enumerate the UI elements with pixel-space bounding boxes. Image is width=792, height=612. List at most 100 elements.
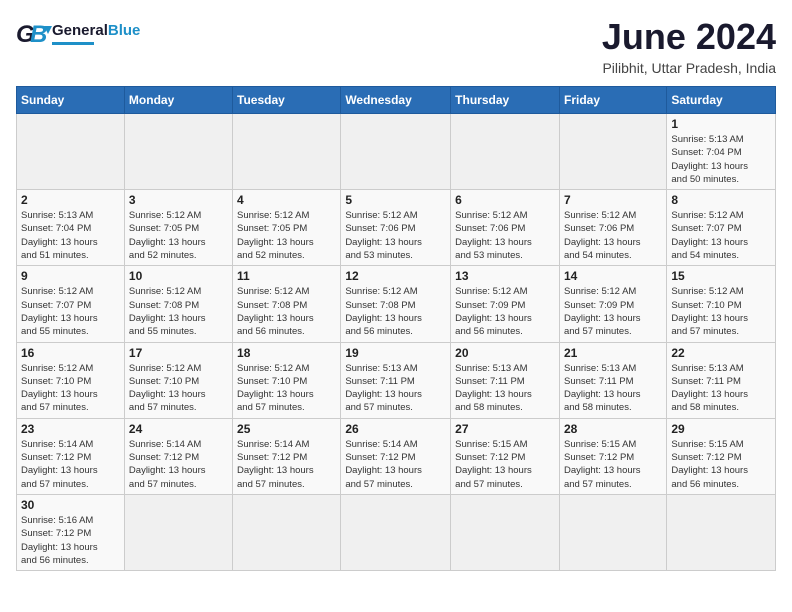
- calendar-cell: 21 Sunrise: 5:13 AM Sunset: 7:11 PM Dayli…: [559, 342, 666, 418]
- weekday-header-friday: Friday: [559, 87, 666, 114]
- day-number: 22: [671, 346, 771, 360]
- location-text: Pilibhit, Uttar Pradesh, India: [602, 60, 776, 76]
- day-content: Sunrise: 5:14 AM Sunset: 7:12 PM Dayligh…: [129, 438, 228, 491]
- weekday-header-row: SundayMondayTuesdayWednesdayThursdayFrid…: [17, 87, 776, 114]
- calendar-cell: 23Sunrise: 5:14 AM Sunset: 7:12 PM Dayli…: [17, 418, 125, 494]
- calendar-cell: [451, 494, 560, 570]
- calendar-cell: 3Sunrise: 5:12 AM Sunset: 7:05 PM Daylig…: [124, 190, 232, 266]
- day-content: Sunrise: 5:12 AM Sunset: 7:07 PM Dayligh…: [671, 209, 771, 262]
- calendar-row: 2Sunrise: 5:13 AM Sunset: 7:04 PM Daylig…: [17, 190, 776, 266]
- day-number: 1: [671, 117, 771, 131]
- day-number: 8: [671, 193, 771, 207]
- calendar-cell: 10Sunrise: 5:12 AM Sunset: 7:08 PM Dayli…: [124, 266, 232, 342]
- weekday-header-tuesday: Tuesday: [233, 87, 341, 114]
- calendar-cell: [341, 114, 451, 190]
- day-content: Sunrise: 5:12 AM Sunset: 7:08 PM Dayligh…: [345, 285, 446, 338]
- logo-icon: G B: [16, 16, 52, 52]
- title-area: June 2024 Pilibhit, Uttar Pradesh, India: [602, 16, 776, 76]
- calendar-row: 9Sunrise: 5:12 AM Sunset: 7:07 PM Daylig…: [17, 266, 776, 342]
- day-content: Sunrise: 5:13 AM Sunset: 7:11 PM Dayligh…: [345, 362, 446, 415]
- calendar-cell: 24 Sunrise: 5:14 AM Sunset: 7:12 PM Dayli…: [124, 418, 232, 494]
- day-number: 18: [237, 346, 336, 360]
- day-content: Sunrise: 5:15 AM Sunset: 7:12 PM Dayligh…: [671, 438, 771, 491]
- calendar-cell: 28 Sunrise: 5:15 AM Sunset: 7:12 PM Dayli…: [559, 418, 666, 494]
- calendar-cell: 4 Sunrise: 5:12 AM Sunset: 7:05 PM Daylig…: [233, 190, 341, 266]
- weekday-header-sunday: Sunday: [17, 87, 125, 114]
- day-number: 28: [564, 422, 662, 436]
- day-content: Sunrise: 5:12 AM Sunset: 7:05 PM Dayligh…: [237, 209, 336, 262]
- day-number: 13: [455, 269, 555, 283]
- calendar-cell: 11 Sunrise: 5:12 AM Sunset: 7:08 PM Dayli…: [233, 266, 341, 342]
- calendar-cell: 17 Sunrise: 5:12 AM Sunset: 7:10 PM Dayli…: [124, 342, 232, 418]
- calendar-cell: 29 Sunrise: 5:15 AM Sunset: 7:12 PM Dayli…: [667, 418, 776, 494]
- calendar-row: 30Sunrise: 5:16 AM Sunset: 7:12 PM Dayli…: [17, 494, 776, 570]
- day-number: 25: [237, 422, 336, 436]
- day-number: 5: [345, 193, 446, 207]
- calendar-cell: 2Sunrise: 5:13 AM Sunset: 7:04 PM Daylig…: [17, 190, 125, 266]
- calendar-cell: 15Sunrise: 5:12 AM Sunset: 7:10 PM Dayli…: [667, 266, 776, 342]
- calendar-cell: 25 Sunrise: 5:14 AM Sunset: 7:12 PM Dayli…: [233, 418, 341, 494]
- calendar-cell: [451, 114, 560, 190]
- weekday-header-wednesday: Wednesday: [341, 87, 451, 114]
- day-content: Sunrise: 5:14 AM Sunset: 7:12 PM Dayligh…: [345, 438, 446, 491]
- day-content: Sunrise: 5:12 AM Sunset: 7:09 PM Dayligh…: [564, 285, 662, 338]
- weekday-header-thursday: Thursday: [451, 87, 560, 114]
- calendar-row: 1 Sunrise: 5:13 AM Sunset: 7:04 PM Daylig…: [17, 114, 776, 190]
- day-content: Sunrise: 5:13 AM Sunset: 7:04 PM Dayligh…: [671, 133, 771, 186]
- day-number: 10: [129, 269, 228, 283]
- day-content: Sunrise: 5:12 AM Sunset: 7:10 PM Dayligh…: [129, 362, 228, 415]
- day-number: 23: [21, 422, 120, 436]
- calendar-cell: 14Sunrise: 5:12 AM Sunset: 7:09 PM Dayli…: [559, 266, 666, 342]
- calendar-row: 16 Sunrise: 5:12 AM Sunset: 7:10 PM Dayli…: [17, 342, 776, 418]
- logo-general: General: [52, 22, 108, 39]
- calendar-cell: 7Sunrise: 5:12 AM Sunset: 7:06 PM Daylig…: [559, 190, 666, 266]
- month-year-title: June 2024: [602, 16, 776, 58]
- day-number: 11: [237, 269, 336, 283]
- day-number: 26: [345, 422, 446, 436]
- day-content: Sunrise: 5:15 AM Sunset: 7:12 PM Dayligh…: [455, 438, 555, 491]
- day-content: Sunrise: 5:16 AM Sunset: 7:12 PM Dayligh…: [21, 514, 120, 567]
- calendar-cell: 16Sunrise: 5:12 AM Sunset: 7:10 PM Dayli…: [17, 342, 125, 418]
- day-content: Sunrise: 5:12 AM Sunset: 7:08 PM Dayligh…: [237, 285, 336, 338]
- day-content: Sunrise: 5:15 AM Sunset: 7:12 PM Dayligh…: [564, 438, 662, 491]
- calendar-cell: [341, 494, 451, 570]
- calendar-cell: 30Sunrise: 5:16 AM Sunset: 7:12 PM Dayli…: [17, 494, 125, 570]
- day-number: 4: [237, 193, 336, 207]
- calendar-cell: 27 Sunrise: 5:15 AM Sunset: 7:12 PM Dayli…: [451, 418, 560, 494]
- logo-blue: Blue: [108, 22, 141, 39]
- calendar-cell: 5Sunrise: 5:12 AM Sunset: 7:06 PM Daylig…: [341, 190, 451, 266]
- day-content: Sunrise: 5:14 AM Sunset: 7:12 PM Dayligh…: [237, 438, 336, 491]
- day-number: 15: [671, 269, 771, 283]
- day-content: Sunrise: 5:13 AM Sunset: 7:11 PM Dayligh…: [564, 362, 662, 415]
- day-number: 21: [564, 346, 662, 360]
- calendar-cell: 8 Sunrise: 5:12 AM Sunset: 7:07 PM Daylig…: [667, 190, 776, 266]
- calendar-cell: [17, 114, 125, 190]
- calendar-cell: 1 Sunrise: 5:13 AM Sunset: 7:04 PM Daylig…: [667, 114, 776, 190]
- svg-text:B: B: [30, 21, 47, 48]
- weekday-header-monday: Monday: [124, 87, 232, 114]
- day-number: 12: [345, 269, 446, 283]
- day-number: 16: [21, 346, 120, 360]
- day-number: 20: [455, 346, 555, 360]
- calendar-cell: [667, 494, 776, 570]
- day-number: 29: [671, 422, 771, 436]
- day-number: 17: [129, 346, 228, 360]
- calendar-table: SundayMondayTuesdayWednesdayThursdayFrid…: [16, 86, 776, 571]
- calendar-cell: 19Sunrise: 5:13 AM Sunset: 7:11 PM Dayli…: [341, 342, 451, 418]
- day-number: 9: [21, 269, 120, 283]
- calendar-cell: 13Sunrise: 5:12 AM Sunset: 7:09 PM Dayli…: [451, 266, 560, 342]
- calendar-cell: 20Sunrise: 5:13 AM Sunset: 7:11 PM Dayli…: [451, 342, 560, 418]
- day-number: 24: [129, 422, 228, 436]
- day-number: 27: [455, 422, 555, 436]
- calendar-cell: 22 Sunrise: 5:13 AM Sunset: 7:11 PM Dayli…: [667, 342, 776, 418]
- day-content: Sunrise: 5:12 AM Sunset: 7:06 PM Dayligh…: [455, 209, 555, 262]
- page-header: G B GeneralBlue June 2024 Pilibhit, Utta…: [16, 16, 776, 76]
- day-content: Sunrise: 5:12 AM Sunset: 7:10 PM Dayligh…: [237, 362, 336, 415]
- calendar-cell: 9Sunrise: 5:12 AM Sunset: 7:07 PM Daylig…: [17, 266, 125, 342]
- logo-underline: [52, 42, 94, 45]
- calendar-cell: [559, 114, 666, 190]
- day-content: Sunrise: 5:12 AM Sunset: 7:06 PM Dayligh…: [564, 209, 662, 262]
- day-number: 3: [129, 193, 228, 207]
- calendar-row: 23 Sunrise: 5:14 AM Sunset: 7:12 PM Dayli…: [17, 418, 776, 494]
- day-content: Sunrise: 5:13 AM Sunset: 7:11 PM Dayligh…: [671, 362, 771, 415]
